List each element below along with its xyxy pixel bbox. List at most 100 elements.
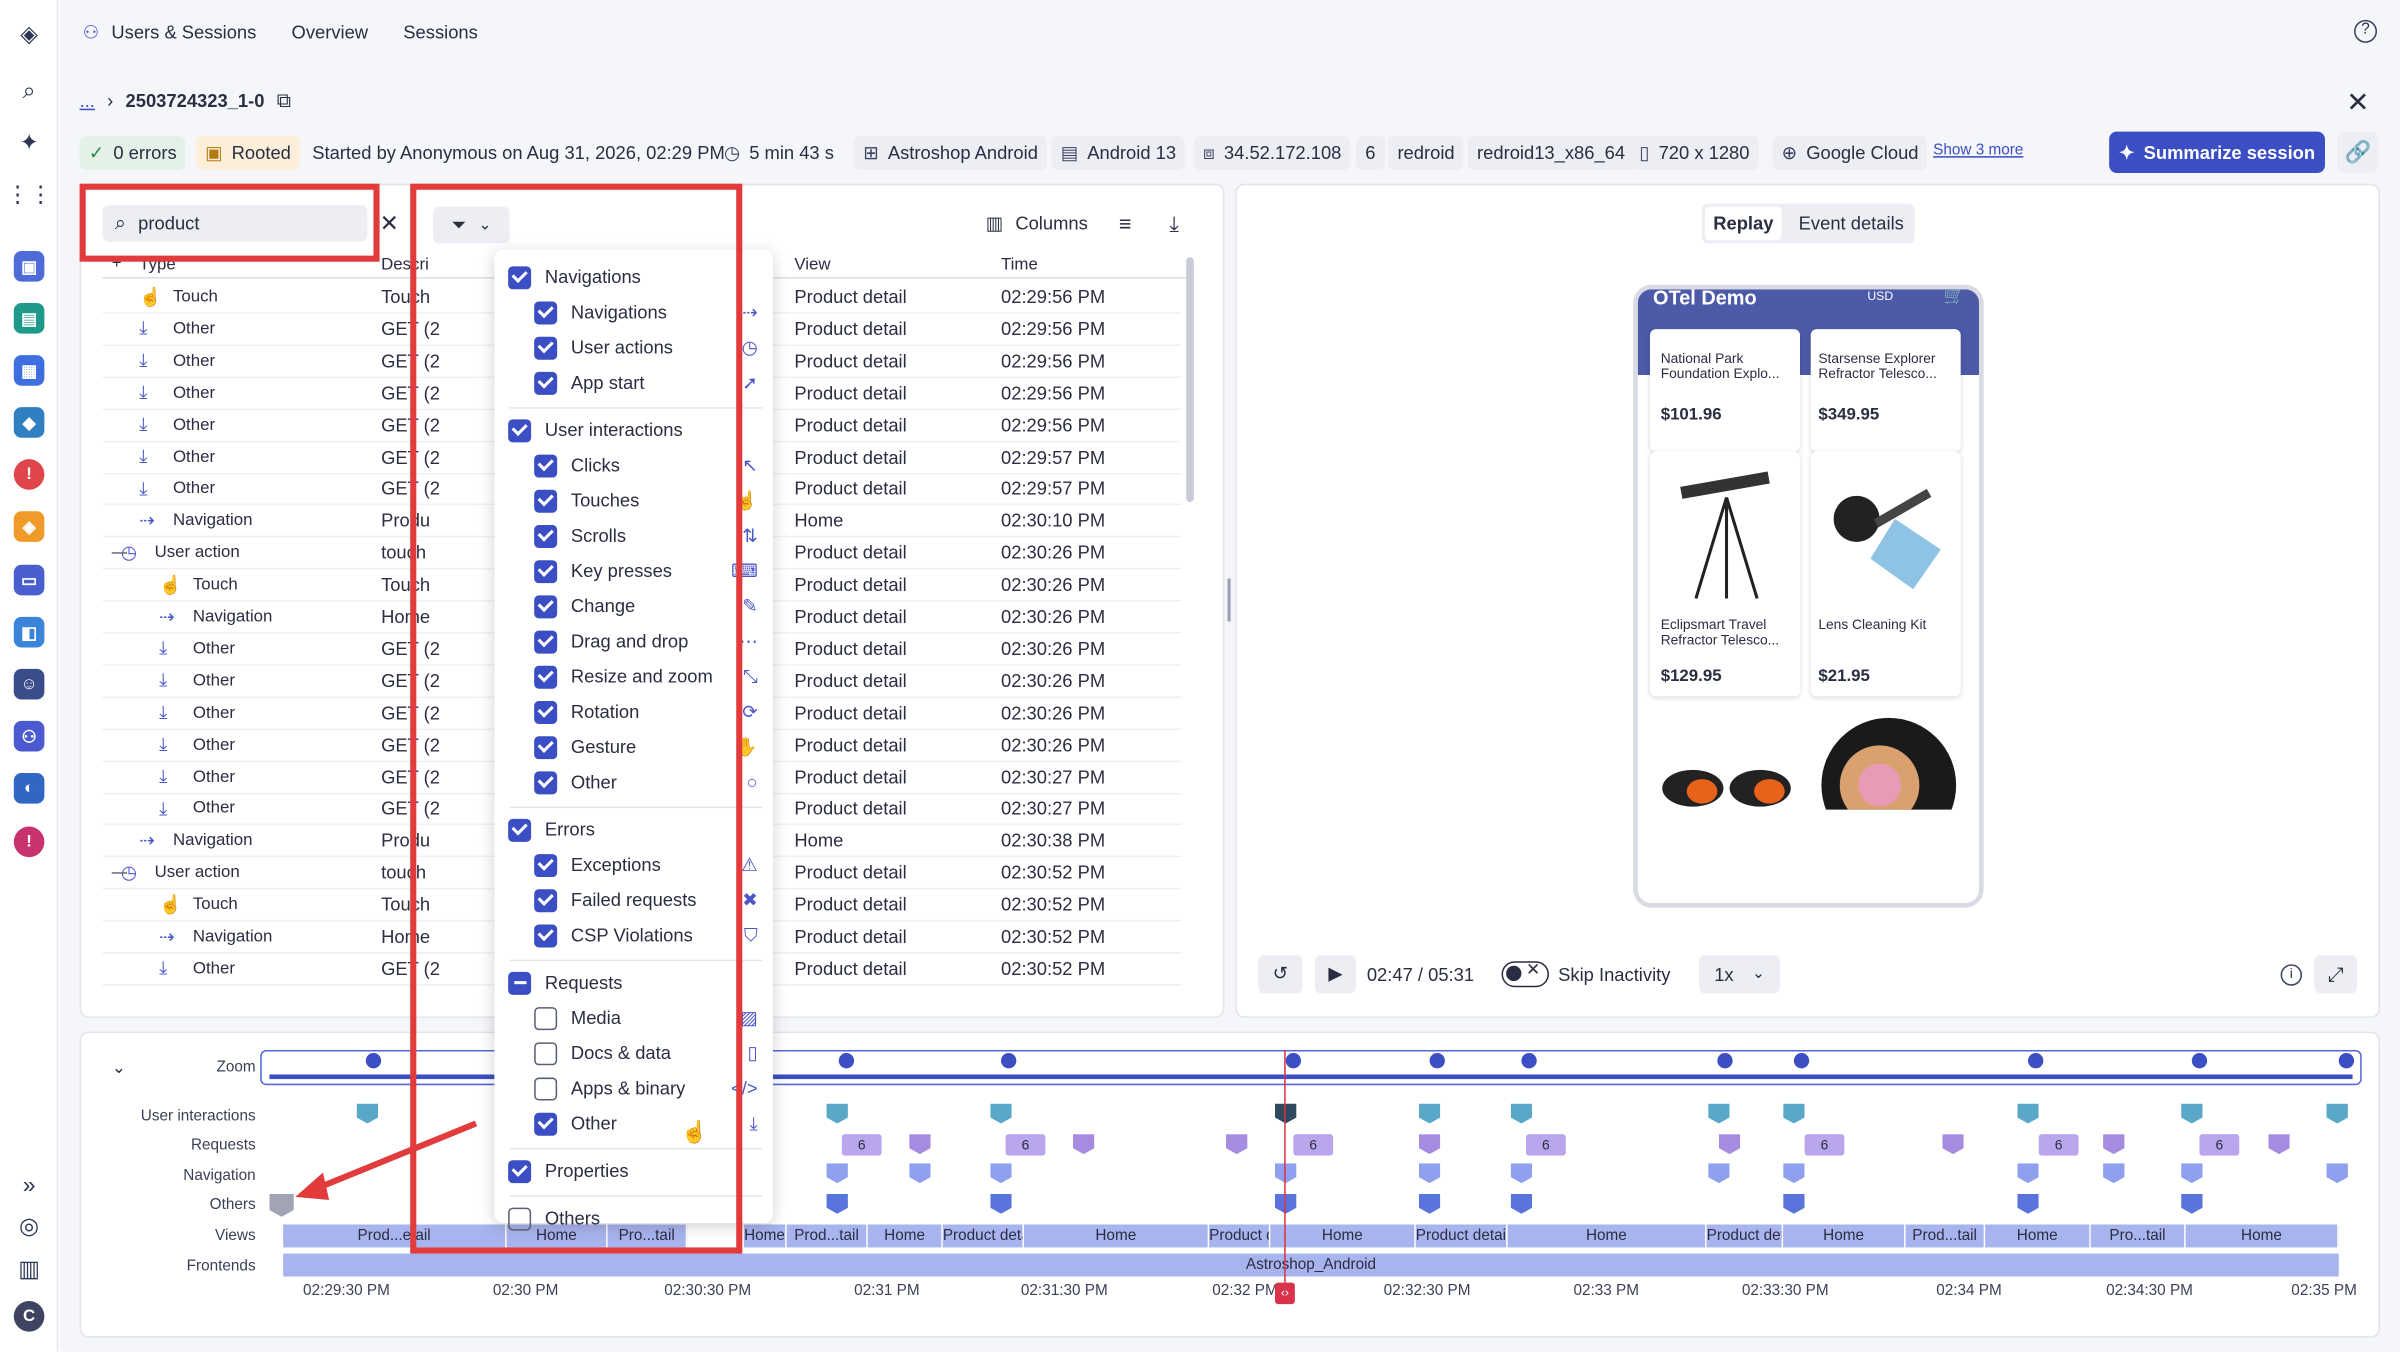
nav-icon: ⇢	[159, 926, 175, 948]
view-segment[interactable]: Product detail	[1706, 1224, 1784, 1248]
tab-event-details[interactable]: Event details	[1794, 207, 1909, 241]
summarize-session-button[interactable]: ✦ Summarize session	[2109, 131, 2325, 173]
app-icon-3[interactable]: ▦	[13, 355, 45, 386]
other-icon: ⤓	[159, 637, 168, 659]
view-segment[interactable]: Prod...tail	[786, 1224, 868, 1248]
rewind-10-icon[interactable]: ↺	[1258, 955, 1303, 994]
stopwatch-icon: ◷	[723, 142, 741, 164]
columns-button[interactable]: ▥ Columns	[986, 213, 1088, 234]
view-segment[interactable]: Home	[1023, 1224, 1210, 1248]
skip-inactivity-toggle[interactable]: ✕	[1501, 961, 1549, 988]
view-segment[interactable]: Product detail	[942, 1224, 1024, 1248]
col-view[interactable]: View	[794, 256, 830, 274]
close-icon[interactable]: ✕	[2346, 87, 2369, 119]
other-icon: ⤓	[139, 317, 148, 339]
dynatrace-logo-icon[interactable]: ◈	[14, 18, 45, 49]
col-time[interactable]: Time	[1001, 256, 1038, 274]
speed-select[interactable]: 1x ⌄	[1698, 955, 1781, 994]
playhead-handle-icon[interactable]: ‹›	[1274, 1282, 1295, 1305]
view-segment[interactable]: Pro...tail	[2090, 1224, 2186, 1248]
product-card[interactable]: Starsense Explorer Refractor Telesco... $…	[1810, 329, 1961, 452]
view-segment[interactable]: Home	[1783, 1224, 1906, 1248]
app-icon-8[interactable]: ☺	[13, 668, 45, 700]
row-type: Other	[192, 767, 235, 786]
app-icon-4[interactable]: ◆	[13, 407, 45, 438]
avatar[interactable]: C	[13, 1301, 45, 1332]
panel-resize-handle[interactable]	[1227, 578, 1231, 622]
row-time: 02:29:56 PM	[1001, 350, 1106, 372]
play-icon[interactable]: ▶	[1314, 955, 1357, 994]
item-icon: ⚠	[741, 854, 758, 876]
other-icon: ⤓	[139, 477, 148, 499]
item-icon: ⇢	[742, 301, 758, 323]
app-icon-10[interactable]: !	[13, 826, 45, 858]
row-time: 02:30:38 PM	[1001, 830, 1106, 852]
support-icon[interactable]: ◎	[14, 1211, 45, 1242]
view-segment[interactable]: Home	[2185, 1224, 2339, 1248]
view-segment[interactable]: Product detail	[1415, 1224, 1508, 1248]
request-count-badge[interactable]: 6	[841, 1134, 882, 1156]
view-segment[interactable]: Home	[1507, 1224, 1707, 1248]
item-icon: ⛉	[743, 923, 758, 946]
product-card[interactable]: National Park Foundation Explo... $101.96	[1649, 329, 1800, 452]
ai-sparkle-icon[interactable]: ✦	[14, 127, 45, 158]
request-count-badge[interactable]: 6	[1005, 1134, 1046, 1156]
tab-replay[interactable]: Replay	[1705, 206, 1782, 241]
row-time: 02:29:56 PM	[1001, 382, 1106, 404]
request-count-badge[interactable]: 6	[1293, 1134, 1334, 1156]
request-count-badge[interactable]: 6	[2038, 1134, 2079, 1156]
show-more-link[interactable]: Show 3 more	[1933, 142, 2023, 159]
row-type: User action	[154, 863, 240, 882]
app-icon-users-sessions[interactable]: ⚇	[13, 720, 45, 752]
request-count-badge[interactable]: 6	[1526, 1134, 1566, 1156]
other-icon: ⤓	[159, 765, 168, 787]
frontend-bar[interactable]: Astroshop_Android	[283, 1253, 2339, 1277]
window-icon: ▤	[1060, 142, 1079, 164]
row-view: Product detail	[794, 382, 907, 404]
row-time: 02:30:52 PM	[1001, 926, 1106, 948]
fullscreen-icon[interactable]: ⤢	[2314, 955, 2358, 994]
playhead[interactable]	[1284, 1049, 1286, 1295]
product-card[interactable]: Lens Cleaning Kit $21.95	[1810, 451, 1961, 697]
other-icon: ⤓	[159, 701, 168, 723]
app-icon-7[interactable]: ◧	[13, 616, 45, 648]
app-icon-problems[interactable]: !	[13, 459, 45, 490]
row-time: 02:30:26 PM	[1001, 606, 1106, 628]
app-icon-1[interactable]: ▣	[13, 251, 45, 282]
request-count-badge[interactable]: 6	[2199, 1134, 2240, 1156]
duration-info: ◷ 5 min 43 s	[715, 136, 843, 170]
apps-grid-icon[interactable]: ⋮⋮	[6, 179, 52, 210]
row-view: Product detail	[794, 894, 907, 916]
view-segment[interactable]: Product detail	[1209, 1224, 1271, 1248]
tab-overview[interactable]: Overview	[292, 21, 369, 42]
search-icon[interactable]: ⌕	[14, 75, 45, 106]
product-card[interactable]: Eclipsmart Travel Refractor Telesco... $1…	[1649, 451, 1800, 697]
expand-rail-icon[interactable]: »	[14, 1169, 45, 1200]
row-type: Other	[192, 639, 235, 658]
table-scrollbar[interactable]	[1186, 257, 1194, 503]
breadcrumb-more[interactable]: ...	[80, 90, 95, 111]
app-icon-2[interactable]: ▤	[13, 303, 45, 334]
view-segment[interactable]: Home	[867, 1224, 943, 1248]
app-icon-6[interactable]: ▭	[13, 564, 45, 596]
request-count-badge[interactable]: 6	[1804, 1134, 1845, 1156]
view-segment[interactable]: Home	[1270, 1224, 1416, 1248]
view-segment[interactable]: Home	[1985, 1224, 2091, 1248]
lock-icon: ▣	[205, 142, 223, 164]
app-icon-9[interactable]: ◐	[13, 772, 45, 804]
toggle-knob	[1506, 965, 1522, 982]
metrics-icon[interactable]: ▥	[14, 1254, 45, 1285]
app-title[interactable]: Users & Sessions	[111, 21, 256, 42]
share-link-icon[interactable]: 🔗	[2337, 131, 2379, 173]
download-icon[interactable]: ⤓	[1169, 211, 1178, 237]
skip-inactivity-label: Skip Inactivity	[1558, 964, 1671, 986]
copy-icon[interactable]: ⧉	[277, 89, 291, 113]
tab-sessions[interactable]: Sessions	[403, 21, 478, 42]
app-icon-5[interactable]: ◈	[13, 511, 45, 542]
info-icon[interactable]: i	[2280, 964, 2303, 986]
provider-info: ⊕ Google Cloud	[1772, 136, 1928, 170]
view-segment[interactable]: Prod...tail	[1905, 1224, 1986, 1248]
help-icon[interactable]: ?	[2354, 19, 2378, 43]
clear-search-icon[interactable]: ✕	[380, 210, 399, 237]
density-icon[interactable]: ≡	[1119, 211, 1132, 235]
